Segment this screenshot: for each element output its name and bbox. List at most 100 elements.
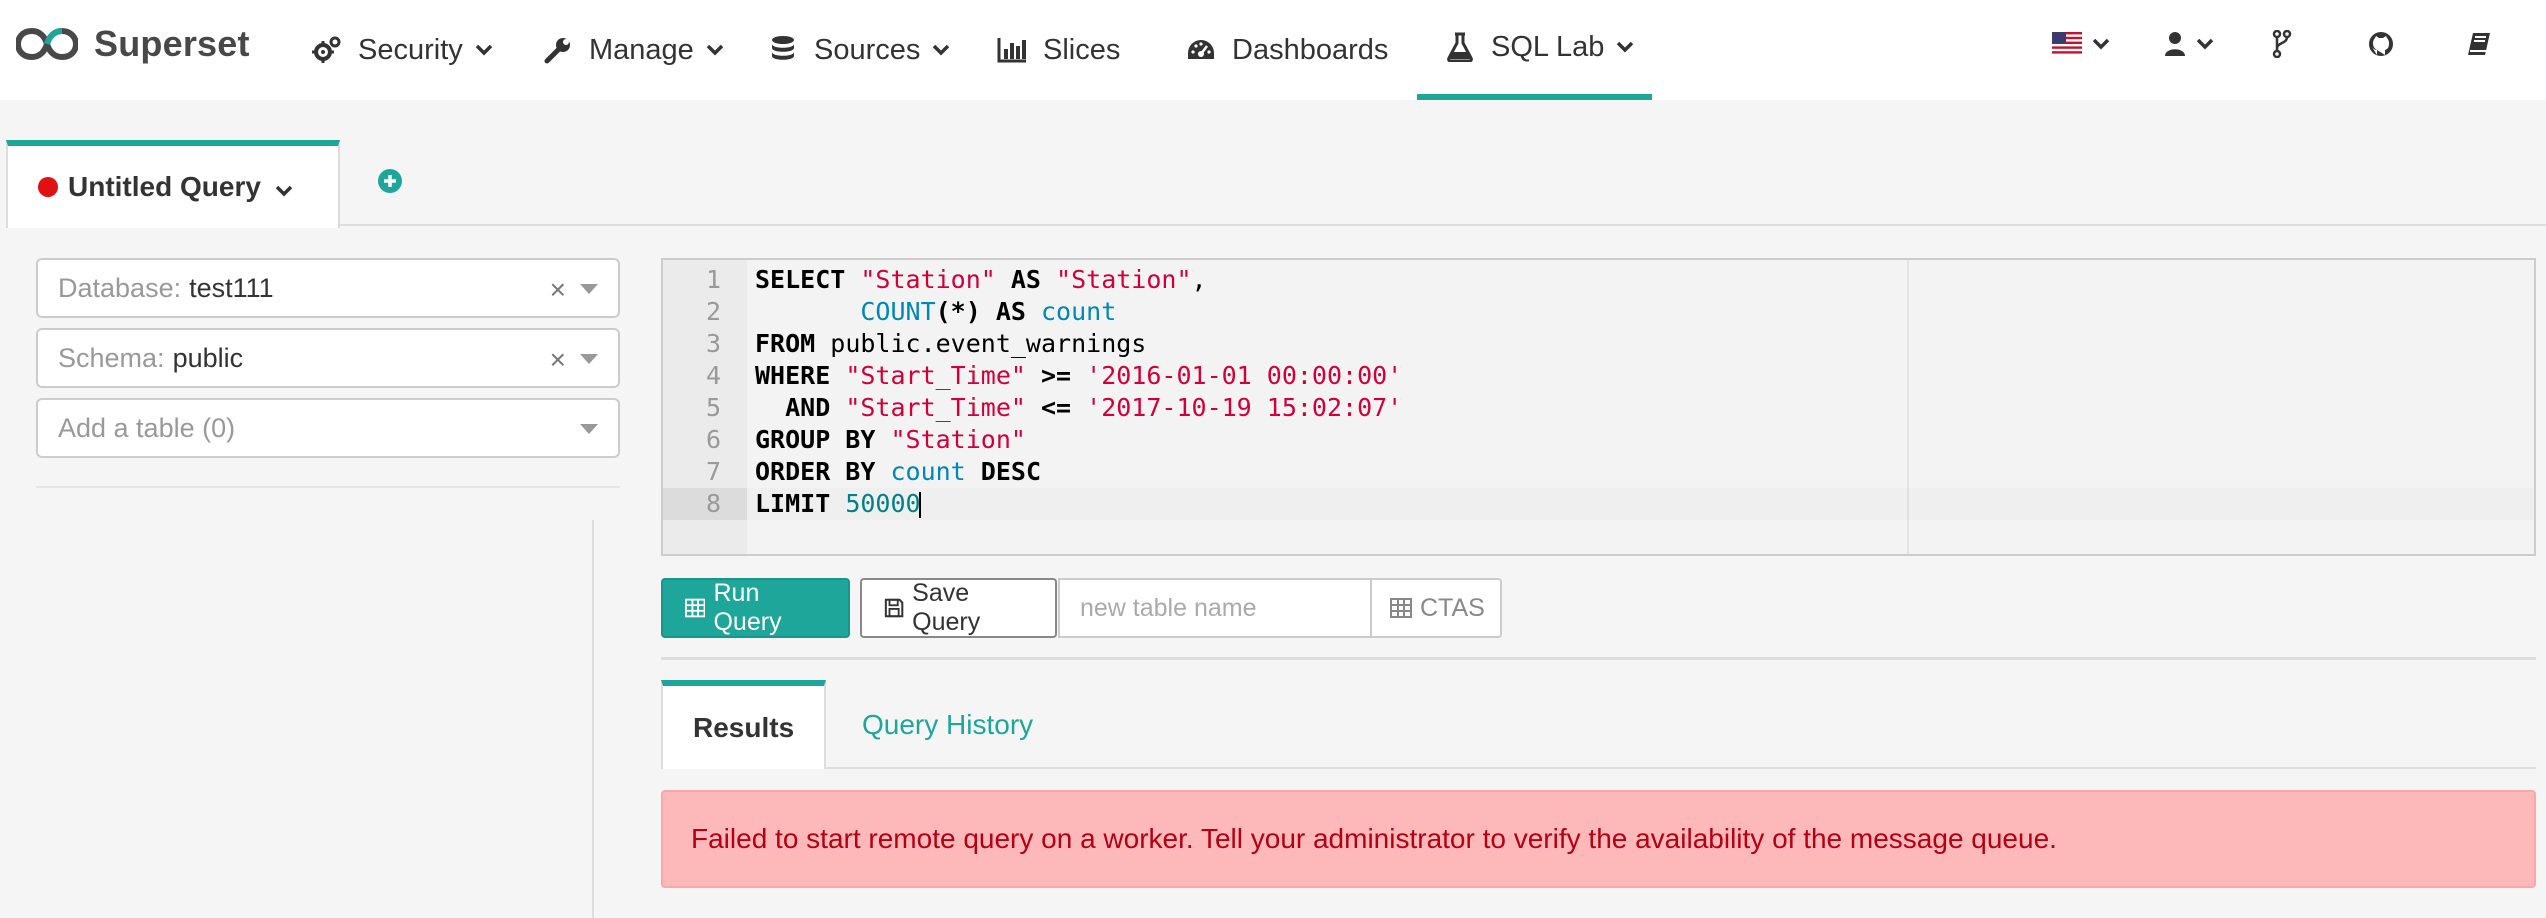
documentation-link[interactable] (2466, 24, 2492, 64)
line-number: 7 (705, 457, 721, 486)
top-navbar: Superset Security Manage Sources Slices (0, 0, 2546, 100)
table-select-placeholder: Add a table (0) (58, 412, 236, 443)
code-token: ORDER BY (755, 457, 891, 486)
code-token: count (1041, 297, 1117, 326)
editor-line[interactable]: 6 GROUP BY "Station" (663, 424, 2534, 456)
code-token: '2016-01-01 00:00:00' (1086, 361, 1403, 390)
table-icon (1390, 598, 1412, 618)
line-number: 3 (705, 329, 721, 358)
code-token: 50000 (845, 489, 921, 518)
ctas-table-name-placeholder: new table name (1080, 593, 1257, 622)
code-token: LIMIT (755, 489, 846, 518)
save-query-button[interactable]: Save Query (860, 578, 1057, 638)
github-link[interactable] (2368, 24, 2394, 64)
code-token: "Start_Time" (845, 361, 1026, 390)
code-token: GROUP BY (755, 425, 891, 454)
database-select-value: test111 (189, 272, 274, 303)
code-token: COUNT (860, 297, 936, 326)
editor-line-code: WHERE "Start_Time" >= '2016-01-01 00:00:… (755, 360, 1402, 392)
query-tab-title: Untitled Query (68, 171, 261, 202)
sql-editor[interactable]: 1 SELECT "Station" AS "Station", 2 COUNT(*… (661, 258, 2536, 556)
code-token: <= (1025, 393, 1087, 422)
editor-line[interactable]: 2 COUNT(*) AS count (663, 296, 2534, 328)
editor-line[interactable]: 8 LIMIT 50000 (663, 488, 2534, 520)
bar-chart-icon (997, 35, 1027, 65)
editor-line-code: LIMIT 50000 (755, 488, 921, 520)
brand-name: Superset (94, 23, 250, 64)
editor-line-code: FROM public.event_warnings (755, 328, 1146, 360)
version-link[interactable] (2272, 24, 2292, 64)
code-token: public.event_warnings (830, 329, 1147, 358)
editor-line-code: COUNT(*) AS count (755, 296, 1116, 328)
add-query-tab-icon[interactable] (377, 168, 403, 194)
user-icon (2165, 32, 2185, 56)
clear-icon[interactable]: × (550, 274, 566, 306)
editor-line[interactable]: 3 FROM public.event_warnings (663, 328, 2534, 360)
query-status-dot (38, 177, 58, 197)
caret-down-icon[interactable] (580, 354, 598, 364)
code-token: SELECT (755, 265, 861, 294)
book-icon (2468, 33, 2490, 55)
line-number: 8 (663, 488, 747, 520)
editor-line-code: SELECT "Station" AS "Station", (755, 264, 1207, 296)
us-flag-icon (2052, 32, 2082, 56)
line-number: 6 (705, 425, 721, 454)
nav-security-label: Security (358, 33, 463, 66)
editor-line[interactable]: 4 WHERE "Start_Time" >= '2016-01-01 00:00… (663, 360, 2534, 392)
code-token: '2017-10-19 15:02:07' (1086, 393, 1403, 422)
ctas-label: CTAS (1420, 593, 1485, 622)
brand[interactable]: Superset (16, 14, 250, 74)
chevron-down-icon (933, 44, 950, 56)
nav-sources[interactable]: Sources (768, 0, 950, 100)
code-token: "Start_Time" (845, 393, 1026, 422)
nav-slices-label: Slices (1043, 33, 1121, 66)
caret-down-icon[interactable] (580, 424, 598, 434)
clear-icon[interactable]: × (550, 344, 566, 376)
left-panel-scrollbar[interactable] (592, 520, 594, 918)
language-selector[interactable] (2052, 24, 2110, 64)
schema-select[interactable]: Schema: public × (36, 328, 620, 388)
superset-logo-icon (16, 27, 78, 61)
editor-line-code: GROUP BY "Station" (755, 424, 1026, 456)
flask-icon (1445, 32, 1475, 62)
line-number: 5 (705, 393, 721, 422)
error-alert: Failed to start remote query on a worker… (661, 790, 2536, 888)
line-number: 4 (705, 361, 721, 390)
save-query-label: Save Query (912, 579, 981, 636)
code-token: "Station" (1056, 265, 1192, 294)
database-select[interactable]: Database: test111 × (36, 258, 620, 318)
user-menu[interactable] (2164, 24, 2214, 64)
code-token: "Station" (890, 425, 1026, 454)
line-number: 2 (705, 297, 721, 326)
query-tabs-border (340, 224, 2546, 226)
run-query-button[interactable]: Run Query (661, 578, 850, 638)
query-tab-active[interactable]: Untitled Query (6, 140, 340, 228)
ctas-button[interactable]: CTAS (1370, 578, 1502, 638)
code-token: >= (1025, 361, 1087, 390)
nav-manage[interactable]: Manage (543, 0, 724, 100)
table-select[interactable]: Add a table (0) (36, 398, 620, 458)
nav-slices[interactable]: Slices (997, 0, 1120, 100)
database-select-label: Database: (58, 272, 182, 303)
chevron-down-icon[interactable] (275, 185, 293, 197)
code-token: AS (995, 265, 1057, 294)
editor-line[interactable]: 7 ORDER BY count DESC (663, 456, 2534, 488)
editor-results-splitter[interactable] (661, 657, 2536, 660)
editor-line[interactable]: 1 SELECT "Station" AS "Station", (663, 264, 2534, 296)
ctas-table-name-input[interactable]: new table name (1058, 578, 1370, 638)
code-token: FROM (755, 329, 831, 358)
schema-select-value: public (172, 342, 244, 373)
nav-security[interactable]: Security (312, 0, 493, 100)
code-token: count (890, 457, 966, 486)
tab-query-history[interactable]: Query History (862, 680, 1033, 769)
nav-sql-lab[interactable]: SQL Lab (1417, 0, 1652, 100)
editor-line[interactable]: 5 AND "Start_Time" <= '2017-10-19 15:02:… (663, 392, 2534, 424)
editor-line-code: AND "Start_Time" <= '2017-10-19 15:02:07… (755, 392, 1402, 424)
result-tabs-border (826, 767, 2536, 769)
tab-results[interactable]: Results (661, 680, 826, 769)
nav-dashboards[interactable]: Dashboards (1186, 0, 1388, 100)
caret-down-icon[interactable] (580, 284, 598, 294)
tab-results-label: Results (693, 711, 795, 743)
table-icon (685, 598, 706, 618)
